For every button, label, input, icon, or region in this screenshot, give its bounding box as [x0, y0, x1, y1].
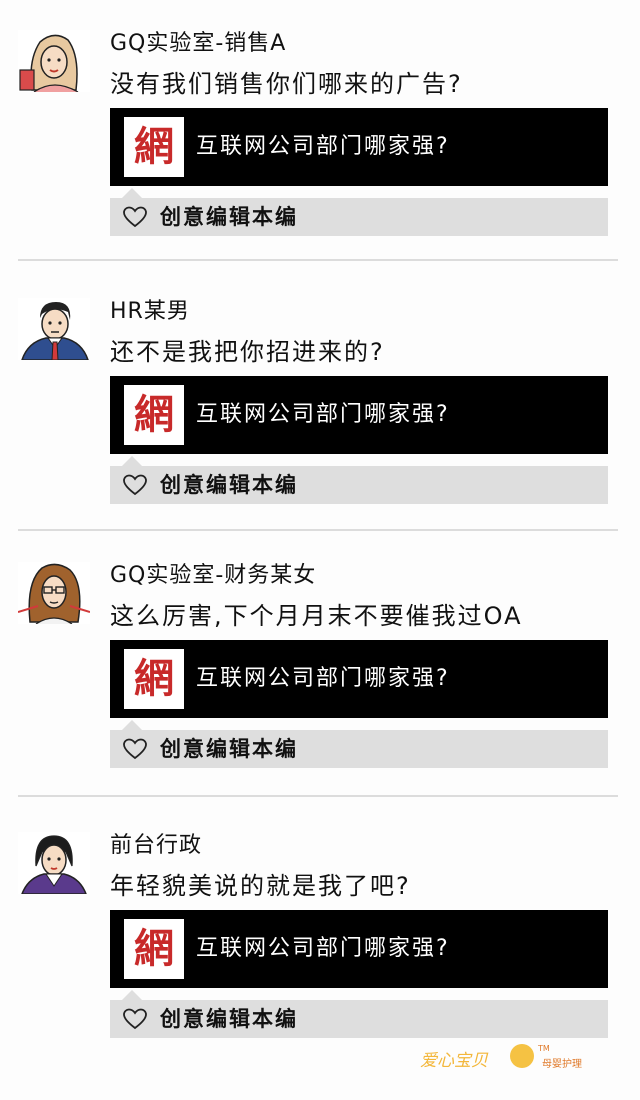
author-name[interactable]: 前台行政	[110, 832, 202, 860]
article-title: 互联网公司部门哪家强?	[196, 402, 450, 427]
liked-by-names[interactable]: 创意编辑本编	[160, 730, 298, 768]
post-finance: GQ实验室-财务某女 这么厉害,下个月月末不要催我过OA 網 互联网公司部门哪家…	[0, 562, 640, 830]
liked-by-names[interactable]: 创意编辑本编	[160, 466, 298, 504]
avatar-finance-woman[interactable]	[18, 562, 90, 624]
watermark-tm: TM	[538, 1044, 550, 1053]
comment-text: 年轻貌美说的就是我了吧?	[110, 872, 411, 900]
avatar-hr-man[interactable]	[18, 298, 90, 360]
liked-by-names[interactable]: 创意编辑本编	[160, 1000, 298, 1038]
heart-outline-icon[interactable]	[122, 473, 148, 497]
article-title: 互联网公司部门哪家强?	[196, 666, 450, 691]
article-logo: 網	[124, 385, 184, 445]
heart-outline-icon[interactable]	[122, 1007, 148, 1031]
like-bar: 创意编辑本编	[110, 990, 608, 1038]
like-bar-caret	[122, 456, 142, 466]
author-name[interactable]: HR某男	[110, 298, 190, 326]
article-logo: 網	[124, 919, 184, 979]
article-title: 互联网公司部门哪家强?	[196, 936, 450, 961]
shared-article-card[interactable]: 網 互联网公司部门哪家强?	[110, 640, 608, 718]
heart-outline-icon[interactable]	[122, 737, 148, 761]
watermark: 爱心宝贝 TM 母婴护理	[420, 1044, 620, 1071]
like-bar: 创意编辑本编	[110, 720, 608, 768]
like-bar-caret	[122, 188, 142, 198]
post-divider	[18, 529, 618, 531]
watermark-brand: 爱心宝贝	[420, 1051, 488, 1071]
post-hr: HR某男 还不是我把你招进来的? 網 互联网公司部门哪家强? 创意编辑本编	[0, 298, 640, 566]
like-bar: 创意编辑本编	[110, 188, 608, 236]
heart-outline-icon[interactable]	[122, 205, 148, 229]
like-bar: 创意编辑本编	[110, 456, 608, 504]
avatar-sales-woman[interactable]	[18, 30, 90, 92]
like-bar-caret	[122, 990, 142, 1000]
comment-text: 这么厉害,下个月月末不要催我过OA	[110, 602, 523, 630]
liked-by-names[interactable]: 创意编辑本编	[160, 198, 298, 236]
article-title: 互联网公司部门哪家强?	[196, 134, 450, 159]
avatar-reception-woman[interactable]	[18, 832, 90, 894]
watermark-logo-icon	[510, 1044, 534, 1068]
shared-article-card[interactable]: 網 互联网公司部门哪家强?	[110, 910, 608, 988]
article-logo: 網	[124, 649, 184, 709]
comment-text: 没有我们销售你们哪来的广告?	[110, 70, 463, 98]
shared-article-card[interactable]: 網 互联网公司部门哪家强?	[110, 108, 608, 186]
like-bar-caret	[122, 720, 142, 730]
author-name[interactable]: GQ实验室-财务某女	[110, 562, 316, 590]
comment-text: 还不是我把你招进来的?	[110, 338, 385, 366]
post-sales: GQ实验室-销售A 没有我们销售你们哪来的广告? 網 互联网公司部门哪家强? 创…	[0, 30, 640, 298]
post-divider	[18, 795, 618, 797]
author-name[interactable]: GQ实验室-销售A	[110, 30, 286, 58]
watermark-sub: 母婴护理	[542, 1059, 582, 1070]
post-divider	[18, 259, 618, 261]
shared-article-card[interactable]: 網 互联网公司部门哪家强?	[110, 376, 608, 454]
article-logo: 網	[124, 117, 184, 177]
